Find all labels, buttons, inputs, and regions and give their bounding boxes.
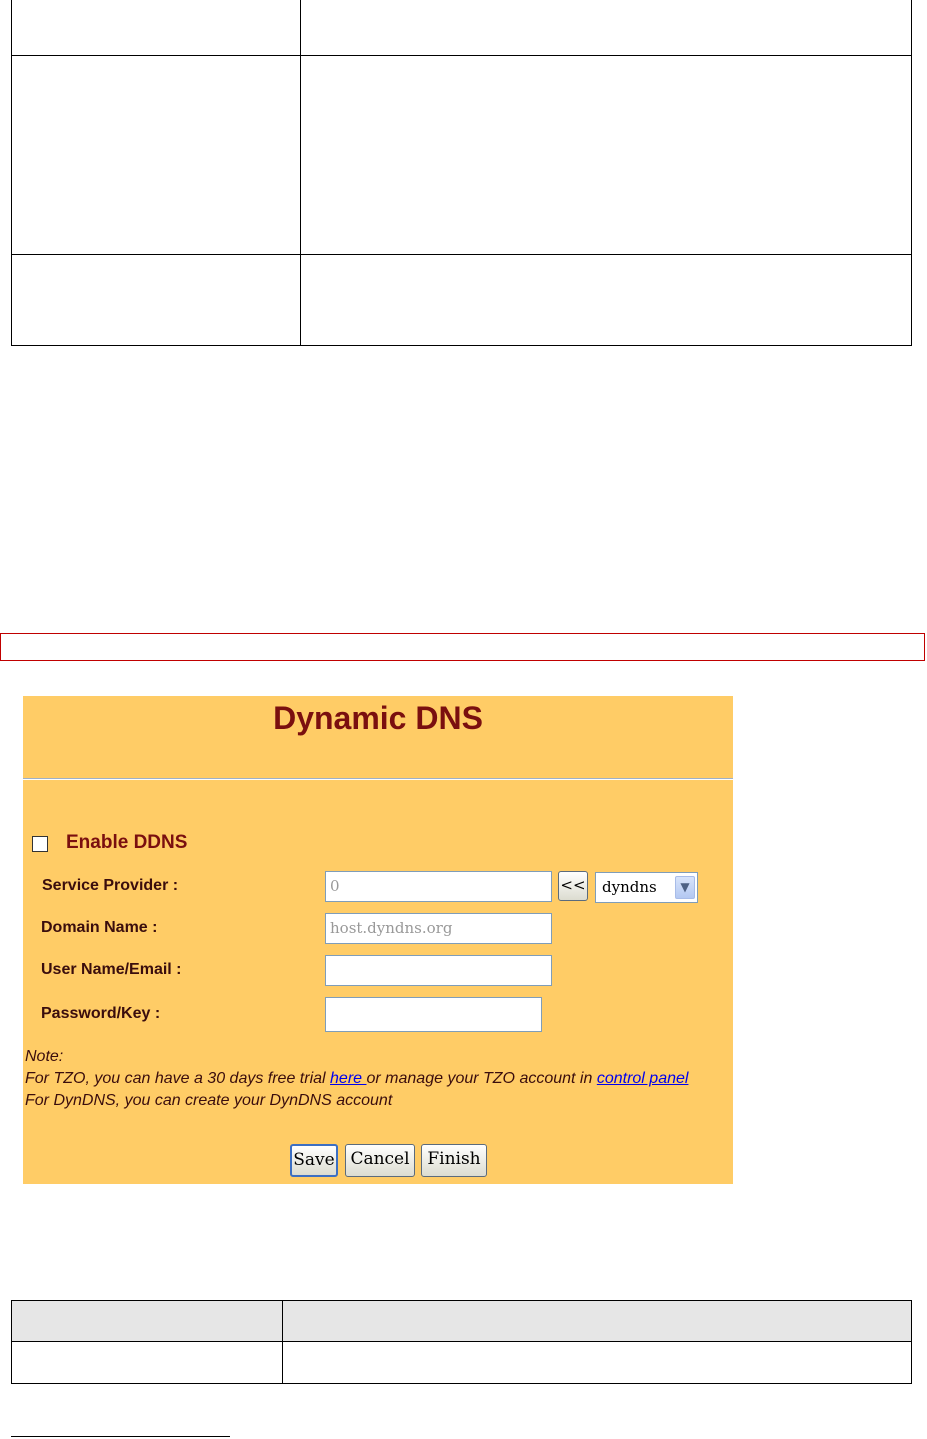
bottom-table [11,1300,912,1384]
table-header-cell [11,1300,283,1342]
domain-name-label: Domain Name : [41,919,158,936]
table-cell [300,253,912,346]
domain-name-input[interactable]: host.dyndns.org [325,913,552,944]
provider-select-value: dyndns [602,878,657,896]
user-name-label: User Name/Email : [41,961,182,978]
provider-select[interactable]: dyndns ▼ [595,872,698,903]
service-provider-label: Service Provider : [42,877,179,894]
footnote-rule [11,1436,230,1437]
note-text: Note: For TZO, you can have a 30 days fr… [25,1046,731,1112]
cancel-button[interactable]: Cancel [345,1144,415,1177]
table-cell [300,54,912,255]
table-cell [11,54,301,255]
enable-ddns-label: Enable DDNS [66,832,188,853]
dynamic-dns-panel: Dynamic DNS Enable DDNS Service Provider… [23,696,733,1184]
table-cell [300,0,912,56]
table-cell [11,1341,283,1384]
user-name-input[interactable] [325,955,552,986]
red-bordered-box [0,633,925,661]
note-line-tzo: For TZO, you can have a 30 days free tri… [25,1068,731,1090]
service-provider-input[interactable]: 0 [325,871,552,902]
table-cell [282,1341,912,1384]
note-tzo-middle: or manage your TZO account in [366,1070,597,1087]
table-header-cell [282,1300,912,1342]
note-line-dyndns: For DynDNS, you can create your DynDNS a… [25,1092,393,1109]
enable-ddns-checkbox[interactable] [32,836,48,852]
here-link[interactable]: here [330,1070,366,1087]
add-provider-button[interactable]: << [558,871,588,901]
note-heading: Note: [25,1048,64,1065]
chevron-down-icon[interactable]: ▼ [675,876,695,899]
note-tzo-prefix: For TZO, you can have a 30 days free tri… [25,1070,331,1087]
top-table [11,0,912,346]
table-cell [11,253,301,346]
password-input[interactable] [325,997,542,1032]
table-cell [11,0,301,56]
control-panel-link[interactable]: control panel [597,1070,689,1087]
password-label: Password/Key : [41,1005,161,1022]
title-divider [23,778,733,780]
panel-title: Dynamic DNS [273,700,483,736]
finish-button[interactable]: Finish [421,1144,487,1177]
save-button[interactable]: Save [290,1144,338,1177]
